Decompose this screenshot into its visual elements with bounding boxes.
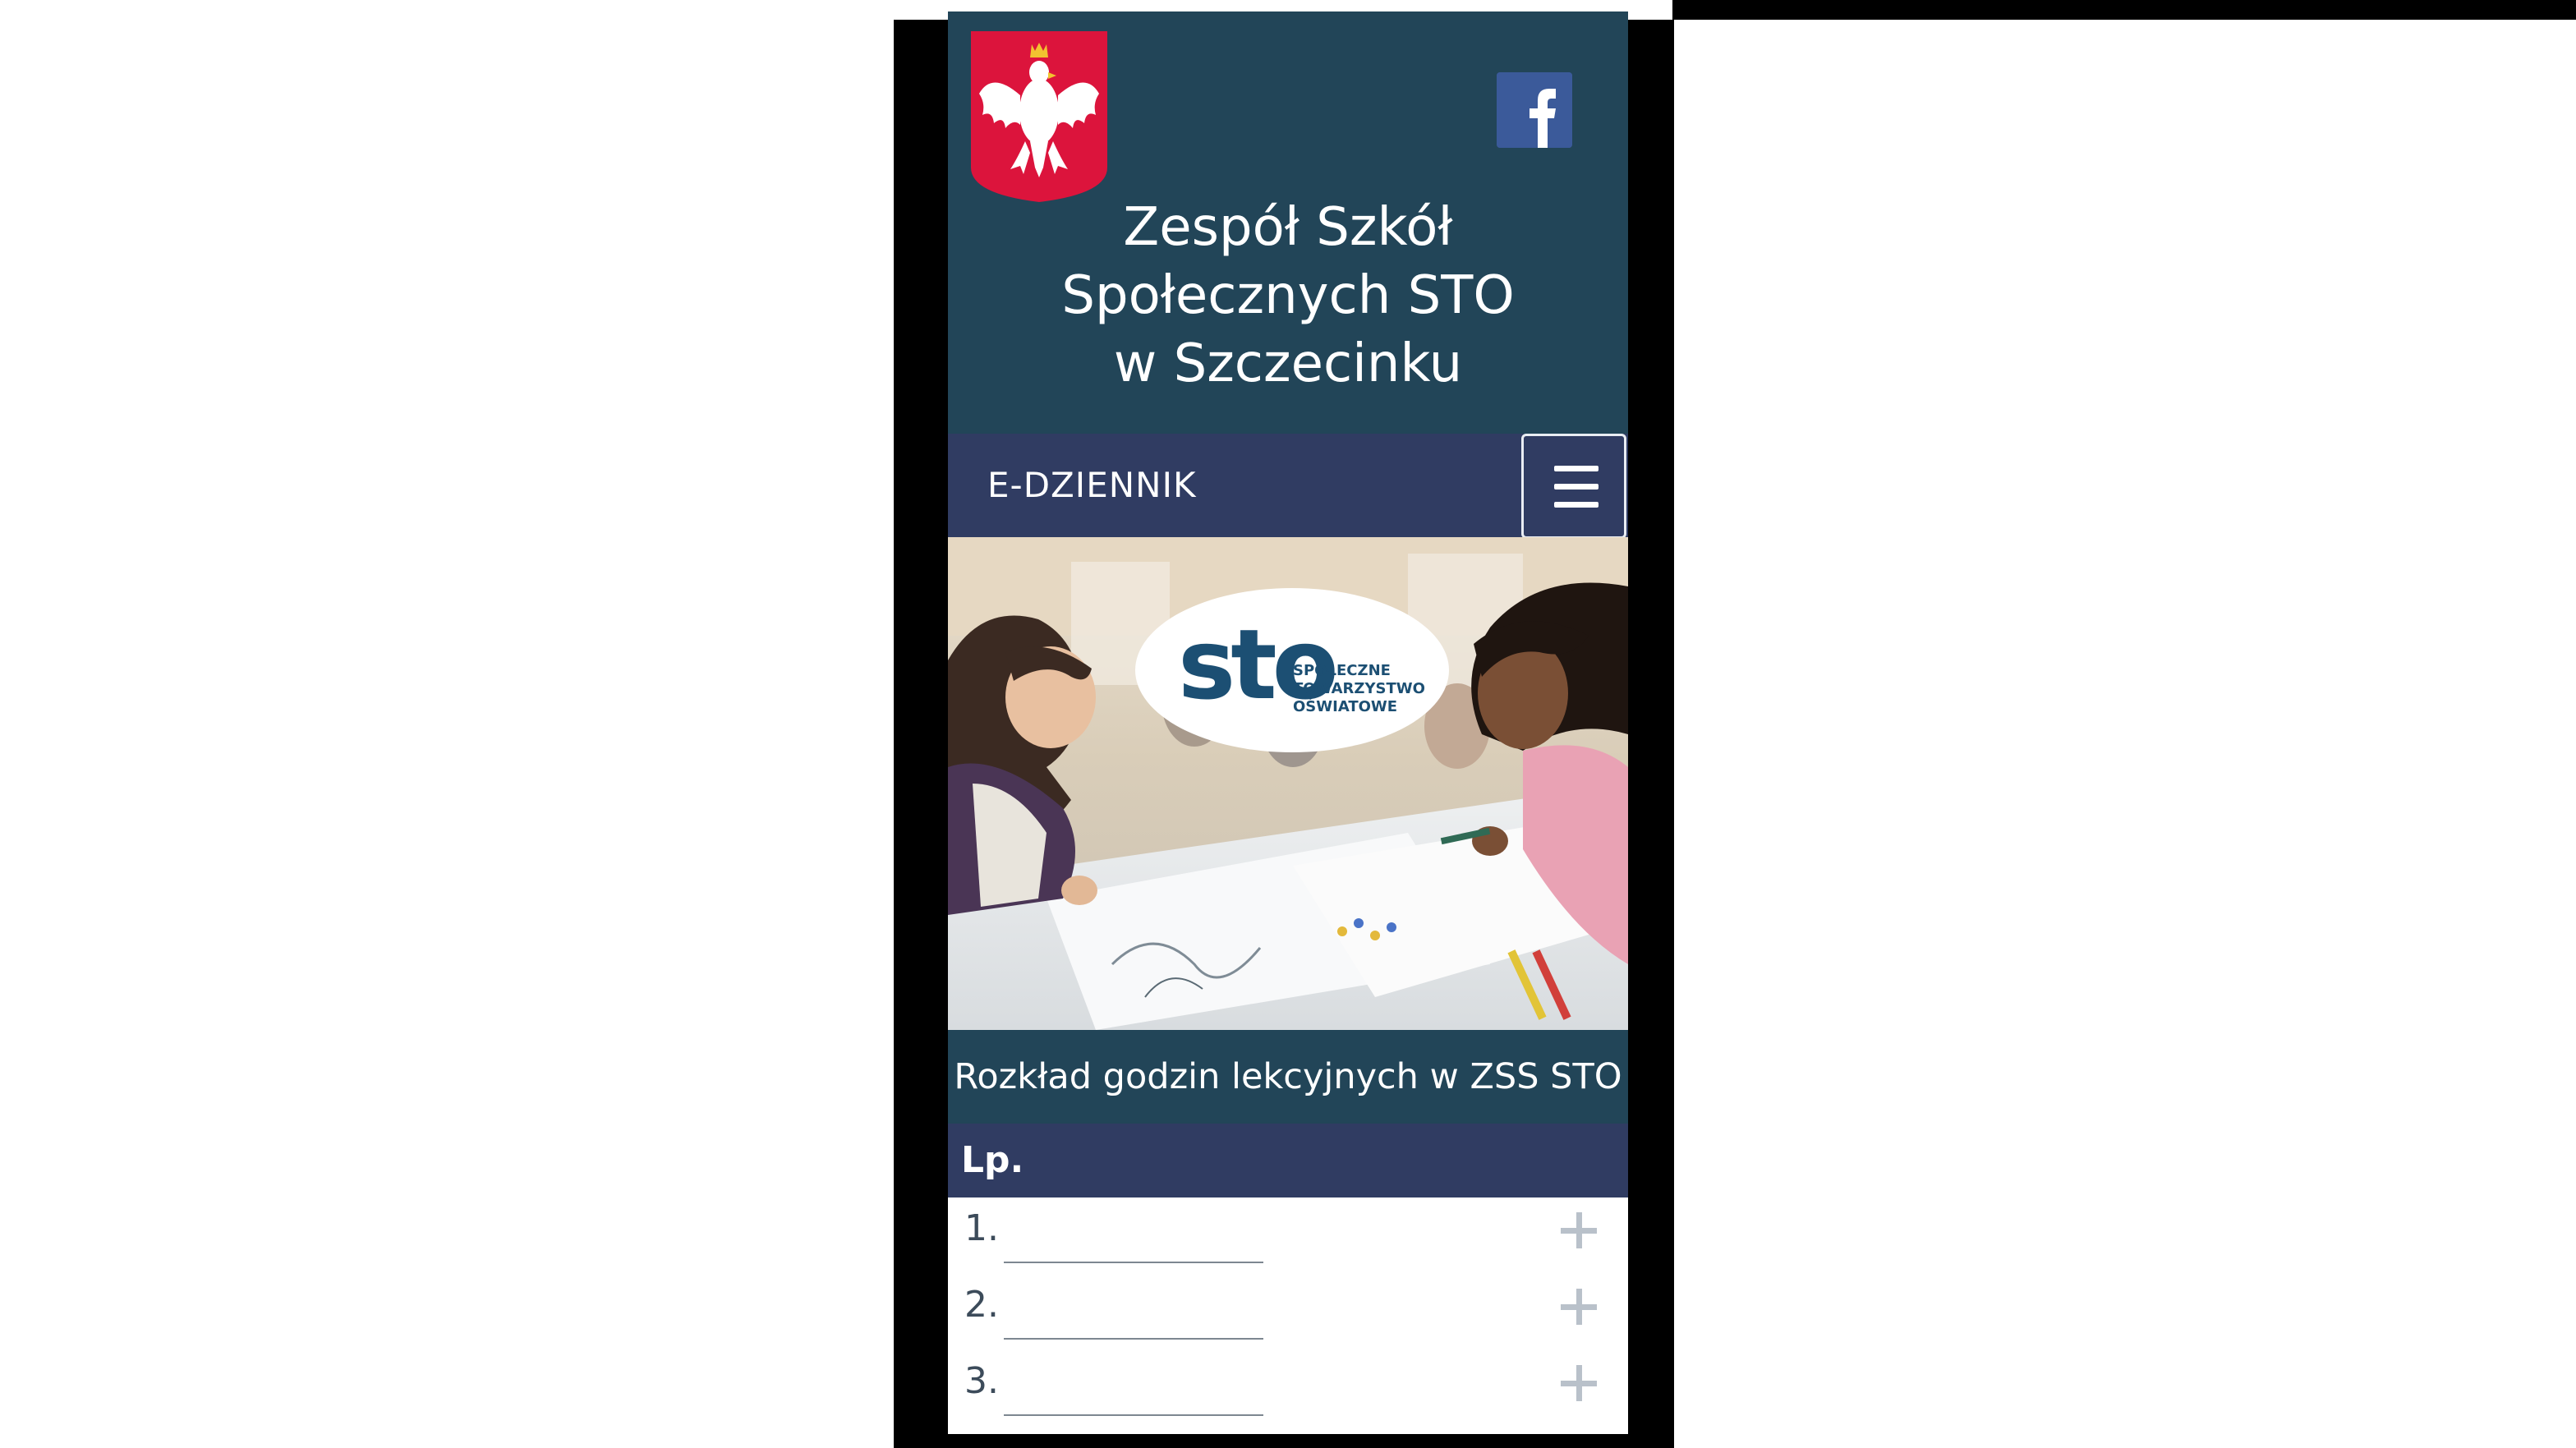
column-lp-header: Lp. xyxy=(961,1139,1024,1181)
sto-logo-line-3: OŚWIATOWE xyxy=(1293,698,1398,715)
plus-icon[interactable] xyxy=(1554,1358,1603,1408)
device-frame-top-edge xyxy=(1672,0,2576,20)
screen: Zespół Szkół Społecznych STO w Szczecink… xyxy=(0,0,2576,1448)
timetable-header: Lp. xyxy=(948,1124,1628,1197)
hamburger-menu-icon-bar-3 xyxy=(1554,502,1598,508)
site-header: Zespół Szkół Społecznych STO w Szczecink… xyxy=(948,11,1628,434)
row-number: 3. xyxy=(964,1360,999,1402)
row-number: 1. xyxy=(964,1207,999,1249)
row-underline xyxy=(1004,1414,1263,1416)
mobile-page: Zespół Szkół Społecznych STO w Szczecink… xyxy=(948,11,1628,1434)
hamburger-menu-icon xyxy=(1554,466,1598,471)
school-title-line-3: w Szczecinku xyxy=(1113,333,1463,394)
table-row[interactable]: 2. xyxy=(948,1274,1628,1350)
row-underline xyxy=(1004,1262,1263,1263)
hamburger-menu-icon-bar-2 xyxy=(1554,484,1598,490)
sto-logo-line-1: SPOŁECZNE xyxy=(1293,662,1391,679)
timetable-title: Rozkład godzin lekcyjnych w ZSS STO xyxy=(948,1030,1628,1124)
plus-icon[interactable] xyxy=(1554,1282,1603,1331)
school-title-line-2: Społecznych STO xyxy=(1061,265,1515,326)
table-row[interactable]: 3. xyxy=(948,1350,1628,1427)
row-number: 2. xyxy=(964,1284,999,1326)
facebook-icon[interactable] xyxy=(1497,72,1572,148)
table-row[interactable]: 1. xyxy=(948,1197,1628,1274)
sto-logo: sto SPOŁECZNE TOWARZYSTWO OŚWIATOWE xyxy=(1135,588,1449,752)
e-dziennik-link[interactable]: E-DZIENNIK xyxy=(987,434,1197,537)
plus-icon[interactable] xyxy=(1554,1206,1603,1255)
row-underline xyxy=(1004,1338,1263,1340)
hero-banner: sto SPOŁECZNE TOWARZYSTWO OŚWIATOWE xyxy=(948,537,1628,1030)
school-title-line-1: Zespół Szkół xyxy=(1123,197,1453,258)
sto-logo-caption: SPOŁECZNE TOWARZYSTWO OŚWIATOWE xyxy=(1293,662,1425,716)
polish-eagle-icon[interactable] xyxy=(968,30,1111,204)
hamburger-menu-button[interactable] xyxy=(1521,434,1626,539)
sto-logo-line-2: TOWARZYSTWO xyxy=(1293,680,1425,697)
blank-panel xyxy=(1676,20,2576,1432)
school-title: Zespół Szkół Społecznych STO w Szczecink… xyxy=(948,194,1628,398)
